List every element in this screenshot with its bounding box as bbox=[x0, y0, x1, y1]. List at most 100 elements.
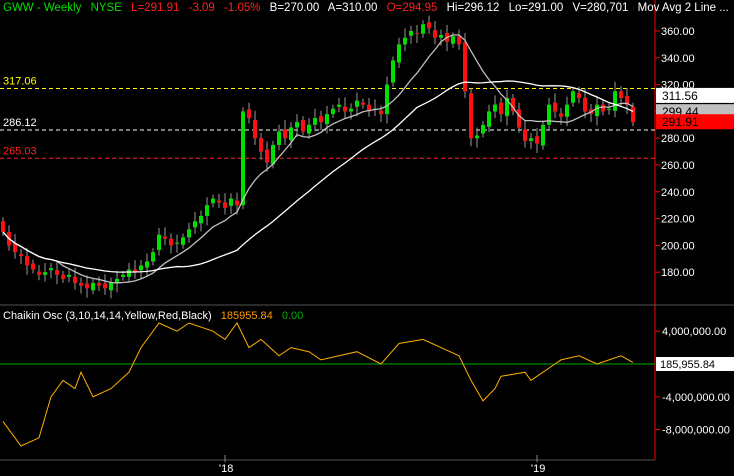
candle-body bbox=[151, 252, 155, 262]
candle-body bbox=[355, 100, 359, 107]
candle-body bbox=[475, 135, 479, 139]
candle-body bbox=[13, 243, 17, 253]
candle-body bbox=[469, 93, 473, 139]
candle-body bbox=[613, 91, 617, 111]
price-label: 311.56 bbox=[662, 89, 698, 103]
candle-body bbox=[361, 102, 365, 105]
candle-body bbox=[451, 36, 455, 44]
candle-body bbox=[61, 274, 65, 279]
candle-body bbox=[313, 118, 317, 125]
candle-body bbox=[289, 127, 293, 141]
chart-canvas[interactable]: 360.00340.00320.00300.00280.00260.00240.… bbox=[0, 0, 734, 476]
candle-body bbox=[397, 44, 401, 63]
candle-body bbox=[487, 111, 491, 127]
candle-body bbox=[379, 110, 383, 115]
open: O=294.95 bbox=[386, 2, 438, 14]
volume: V=280,701 bbox=[572, 2, 629, 14]
candle-body bbox=[49, 268, 53, 271]
price-tick-label: 240.00 bbox=[661, 187, 695, 199]
candle-body bbox=[595, 104, 599, 117]
candle-body bbox=[199, 215, 203, 224]
symbol: GWW - Weekly bbox=[3, 2, 82, 14]
candle-body bbox=[247, 109, 251, 119]
level-label: 265.03 bbox=[3, 145, 37, 157]
candle-body bbox=[391, 60, 395, 83]
candle-body bbox=[541, 124, 545, 146]
candle-body bbox=[607, 108, 611, 110]
candle-body bbox=[19, 254, 23, 257]
candle-body bbox=[295, 122, 299, 128]
quote-header: GWW - Weekly NYSE L=291.91 -3.09 -1.05% … bbox=[3, 2, 734, 14]
candle-body bbox=[121, 274, 125, 277]
candle-body bbox=[187, 229, 191, 238]
price-tick-label: 280.00 bbox=[661, 133, 695, 145]
level-label: 317.06 bbox=[3, 76, 37, 88]
candle-body bbox=[331, 108, 335, 115]
osc-last-label: 185,955.84 bbox=[660, 359, 715, 371]
candle-body bbox=[571, 91, 575, 103]
candle-body bbox=[385, 84, 389, 115]
candle-body bbox=[109, 282, 113, 291]
candle-body bbox=[145, 261, 149, 268]
candle-body bbox=[169, 238, 173, 246]
ask: A=310.00 bbox=[327, 2, 378, 14]
moving-average-30 bbox=[2, 80, 634, 273]
time-tick-label: '18 bbox=[219, 463, 233, 475]
candle-body bbox=[481, 124, 485, 134]
candle-body bbox=[211, 198, 215, 204]
candle-body bbox=[319, 116, 323, 123]
candle-body bbox=[415, 33, 419, 35]
bid: B=270.00 bbox=[269, 2, 320, 14]
indicator-value2: 0.00 bbox=[281, 310, 304, 322]
candle-body bbox=[499, 102, 503, 115]
candle-body bbox=[97, 282, 101, 286]
percent-change: -1.05% bbox=[224, 2, 261, 14]
price-tick-label: 340.00 bbox=[661, 53, 695, 65]
change: -3.09 bbox=[188, 2, 215, 14]
candle-body bbox=[265, 149, 269, 163]
candle-body bbox=[619, 91, 623, 98]
osc-tick-label: 4,000,000.00 bbox=[662, 326, 726, 338]
indicator-value: 185955.84 bbox=[220, 310, 273, 322]
candle-body bbox=[55, 270, 59, 275]
candle-body bbox=[85, 283, 89, 289]
candle-body bbox=[307, 124, 311, 134]
candle-body bbox=[229, 198, 233, 206]
candle-body bbox=[583, 98, 587, 112]
candle-body bbox=[205, 205, 209, 216]
candle-body bbox=[565, 104, 569, 117]
candle-body bbox=[253, 120, 257, 139]
candle-body bbox=[157, 234, 161, 251]
candle-body bbox=[43, 272, 47, 275]
candle-body bbox=[241, 111, 245, 206]
candle-body bbox=[535, 136, 539, 144]
candle-body bbox=[421, 24, 425, 34]
price-tick-label: 260.00 bbox=[661, 160, 695, 172]
candle-body bbox=[577, 93, 581, 98]
candle-body bbox=[403, 37, 407, 45]
candle-body bbox=[223, 202, 227, 208]
candle-body bbox=[139, 265, 143, 271]
candle-body bbox=[343, 106, 347, 112]
candle-body bbox=[427, 22, 431, 29]
candle-body bbox=[103, 283, 107, 289]
candle-body bbox=[277, 131, 281, 145]
study-label[interactable]: Mov Avg 2 Line ... bbox=[638, 2, 729, 14]
candle-body bbox=[547, 104, 551, 125]
candle-body bbox=[73, 276, 77, 283]
exchange: NYSE bbox=[90, 2, 122, 14]
candle-body bbox=[523, 129, 527, 141]
candle-body bbox=[517, 109, 521, 128]
candle-body bbox=[493, 104, 497, 112]
candle-body bbox=[193, 221, 197, 228]
candle-body bbox=[217, 200, 221, 203]
candle-body bbox=[79, 282, 83, 286]
candle-body bbox=[325, 114, 329, 125]
time-tick-label: '19 bbox=[531, 463, 545, 475]
candle-body bbox=[67, 274, 71, 277]
price-tick-label: 360.00 bbox=[661, 26, 695, 38]
candle-body bbox=[301, 120, 305, 132]
candle-body bbox=[409, 31, 413, 36]
candle-body bbox=[463, 42, 467, 92]
candle-body bbox=[181, 237, 185, 245]
